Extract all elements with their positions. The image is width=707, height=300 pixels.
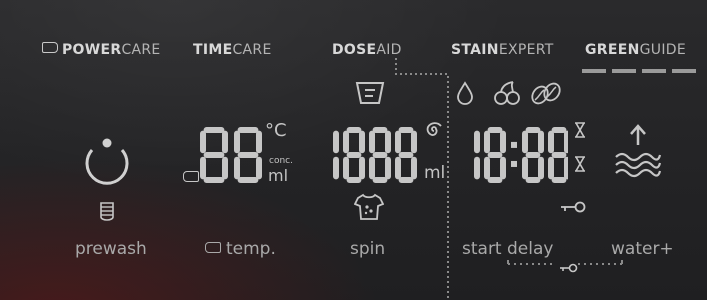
water-plus-button[interactable]: water+ (611, 239, 674, 259)
tag-icon (205, 242, 221, 253)
segment-d (372, 177, 388, 183)
segment-a (551, 127, 567, 133)
spin-digits (333, 127, 417, 183)
conc-label: conc. (269, 156, 293, 166)
segment-e (395, 156, 401, 180)
hourglass-icon (575, 156, 585, 172)
segment-a (237, 127, 259, 133)
detergent-drawer-icon (355, 82, 385, 104)
greenguide-level-bars (582, 69, 696, 73)
segment-b (564, 130, 568, 154)
segment-c (500, 156, 506, 180)
segment-f (522, 130, 528, 154)
temp-button[interactable]: temp. (205, 239, 276, 259)
segment-e (522, 156, 528, 180)
powercare-label[interactable]: POWERCARE (42, 42, 161, 58)
segment-c (411, 156, 417, 180)
segment-a (372, 127, 388, 133)
colon-dot (511, 160, 517, 167)
segment-f (548, 130, 554, 154)
tag-icon (183, 171, 199, 182)
segment-f (369, 130, 375, 154)
segment-d (525, 177, 541, 183)
segment-b (538, 130, 544, 154)
segment-c (256, 156, 262, 180)
doseaid-label[interactable]: DOSEAID (332, 42, 402, 58)
segment-g (487, 152, 503, 158)
start-delay-button[interactable]: start delay (462, 239, 553, 259)
segment-e (200, 156, 206, 180)
segment-a (346, 127, 362, 133)
segment-g (237, 152, 259, 158)
spin-button[interactable]: spin (350, 239, 385, 259)
tag-icon (42, 42, 58, 53)
segment-g (551, 152, 567, 158)
water-plus-icon (615, 124, 662, 178)
segment-d (487, 177, 503, 183)
segment-f (484, 130, 490, 154)
greenguide-label[interactable]: GREENGUIDE (585, 42, 686, 58)
segment-d (551, 177, 567, 183)
segment-g (372, 152, 388, 158)
segment-c (333, 156, 339, 180)
segment-e (343, 156, 349, 180)
segment-c (474, 156, 480, 180)
control-panel: POWERCARE TIMECARE DOSEAID STAINEXPERT G… (0, 0, 707, 300)
segment-d (398, 177, 414, 183)
segment-b (333, 130, 339, 154)
segment-b (411, 130, 417, 154)
child-lock-indicator (507, 260, 623, 273)
time-digits (474, 127, 568, 183)
segment-f (200, 130, 206, 154)
colon-dot (511, 141, 517, 148)
segment-d (237, 177, 259, 183)
spiral-icon (426, 122, 442, 136)
stainexpert-label[interactable]: STAINEXPERT (451, 42, 554, 58)
celsius-label: °C (265, 120, 287, 141)
segment-f (395, 130, 401, 154)
segment-b (474, 130, 480, 154)
drop-icon (457, 81, 473, 105)
segment-g (203, 152, 225, 158)
key-lock-icon (561, 201, 586, 213)
segment-f (234, 130, 240, 154)
segment-c (359, 156, 365, 180)
hourglass-icon (575, 122, 585, 138)
segment-d (346, 177, 362, 183)
segment-b (256, 130, 262, 154)
segment-a (487, 127, 503, 133)
segment-a (398, 127, 414, 133)
segment-e (484, 156, 490, 180)
segment-b (385, 130, 391, 154)
temperature-digits (200, 127, 262, 183)
segment-b (222, 130, 228, 154)
power-icon[interactable] (80, 136, 134, 188)
segment-c (538, 156, 544, 180)
segment-b (500, 130, 506, 154)
segment-g (525, 152, 541, 158)
coffee-bean-icon (531, 82, 561, 105)
segment-c (385, 156, 391, 180)
prewash-indicator-icon (100, 202, 114, 221)
segment-b (359, 130, 365, 154)
prewash-button[interactable]: prewash (75, 239, 147, 259)
ml-label: ml (268, 166, 289, 185)
timecare-label[interactable]: TIMECARE (193, 42, 272, 58)
segment-g (398, 152, 414, 158)
ml-unit-label: ml (424, 163, 446, 183)
segment-a (525, 127, 541, 133)
segment-c (564, 156, 568, 180)
temp-button-label: temp. (226, 239, 276, 259)
segment-c (222, 156, 228, 180)
segment-f (343, 130, 349, 154)
segment-d (203, 177, 225, 183)
shirt-stain-icon (354, 193, 384, 220)
segment-e (234, 156, 240, 180)
segment-e (548, 156, 554, 180)
segment-g (346, 152, 362, 158)
segment-a (203, 127, 225, 133)
cherry-icon (494, 81, 520, 105)
segment-e (369, 156, 375, 180)
